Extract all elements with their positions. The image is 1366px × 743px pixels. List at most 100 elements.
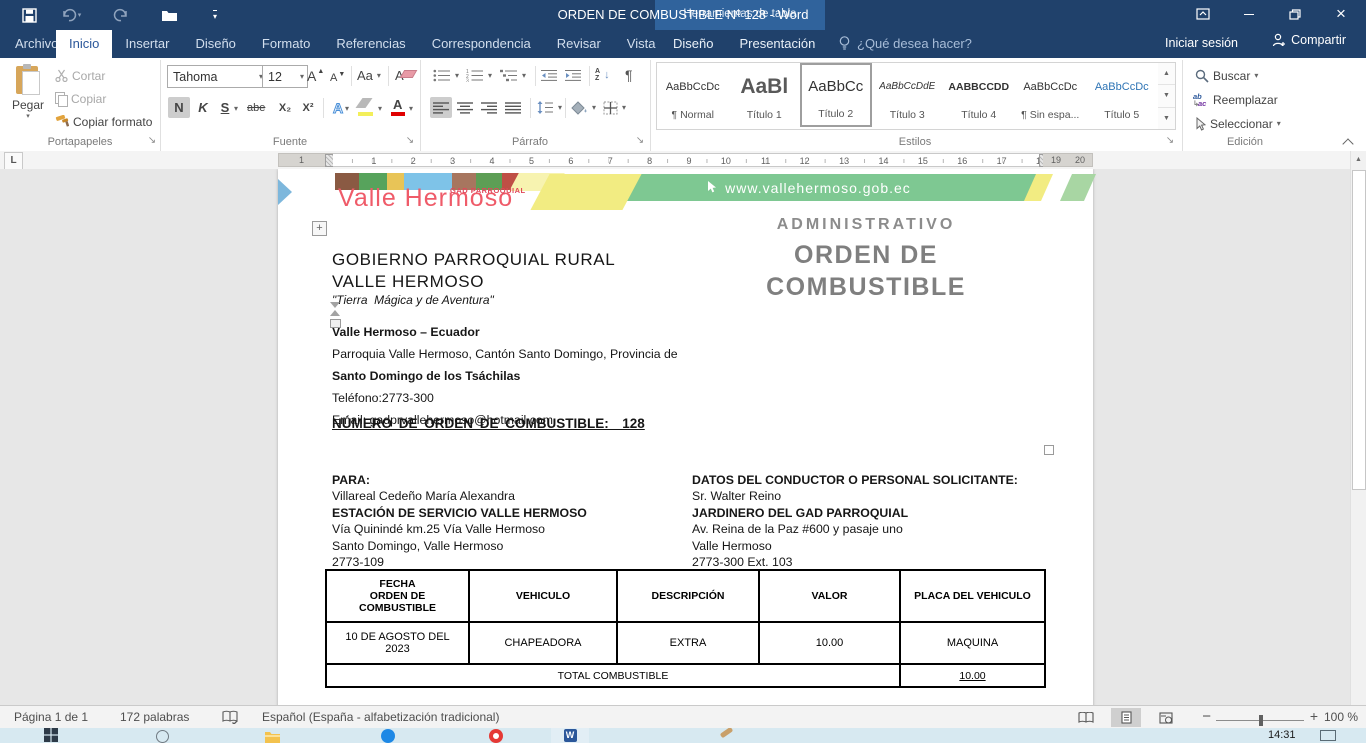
ribbon-tab[interactable]: Inicio bbox=[56, 30, 112, 58]
sort-button[interactable]: AZ ↓ bbox=[592, 64, 613, 85]
browser-icon[interactable] bbox=[489, 729, 503, 743]
underline-button[interactable]: S bbox=[214, 97, 236, 118]
undo-icon[interactable]: ▾ bbox=[60, 5, 82, 25]
save-icon[interactable] bbox=[18, 5, 40, 25]
text-effects-caret-icon[interactable]: ▾ bbox=[345, 104, 349, 113]
numbering-button[interactable]: 123 ▾ bbox=[463, 65, 495, 86]
hanging-indent-marker[interactable] bbox=[330, 310, 340, 316]
indent-markers[interactable] bbox=[330, 302, 340, 320]
collapse-ribbon-icon[interactable] bbox=[1342, 138, 1354, 148]
tab-selector-button[interactable]: L bbox=[4, 152, 23, 170]
word-taskbar-slot[interactable]: W bbox=[551, 728, 589, 743]
justify-button[interactable] bbox=[502, 97, 524, 118]
style-item[interactable]: AaBbCc Título 2 bbox=[800, 63, 872, 127]
scrollbar-thumb[interactable] bbox=[1352, 170, 1366, 490]
left-indent-marker[interactable] bbox=[330, 319, 341, 328]
table-data-cell[interactable]: CHAPEADORA bbox=[469, 622, 617, 664]
shrink-font-button[interactable]: A▼ bbox=[327, 67, 348, 88]
zoom-slider-handle[interactable] bbox=[1259, 715, 1263, 726]
scroll-up-icon[interactable]: ▲ bbox=[1351, 151, 1366, 168]
show-marks-button[interactable]: ¶ bbox=[622, 64, 636, 85]
replace-button[interactable]: ab ac ↳ Reemplazar bbox=[1190, 89, 1281, 110]
tell-me-box[interactable]: ¿Qué desea hacer? bbox=[838, 35, 972, 51]
show-desktop-icon[interactable] bbox=[1320, 730, 1336, 743]
ribbon-display-options-icon[interactable] bbox=[1186, 0, 1220, 28]
align-right-button[interactable] bbox=[478, 97, 500, 118]
styles-scroll-up-icon[interactable]: ▲ bbox=[1158, 63, 1175, 85]
font-color-caret-icon[interactable]: ▾ bbox=[409, 104, 413, 113]
cortana-icon[interactable] bbox=[156, 730, 169, 743]
table-header-cell[interactable]: FECHA ORDEN DE COMBUSTIBLE bbox=[326, 570, 469, 622]
web-layout-button[interactable] bbox=[1151, 708, 1181, 727]
read-mode-button[interactable] bbox=[1071, 708, 1101, 727]
zoom-in-button[interactable]: + bbox=[1310, 708, 1318, 724]
sign-in-link[interactable]: Iniciar sesión bbox=[1165, 36, 1238, 50]
clear-formatting-button[interactable]: A bbox=[392, 65, 407, 86]
minimize-button[interactable] bbox=[1232, 0, 1266, 28]
language-indicator[interactable]: Español (España - alfabetización tradici… bbox=[262, 710, 499, 724]
style-item[interactable]: AaBbCcDc Título 5 bbox=[1086, 63, 1158, 127]
sizing-handle[interactable] bbox=[1044, 445, 1054, 455]
ribbon-tab[interactable]: Diseño bbox=[182, 30, 248, 58]
select-button[interactable]: Seleccionar▾ bbox=[1192, 113, 1284, 134]
clock[interactable]: 14:31 bbox=[1268, 729, 1296, 743]
ribbon-tab[interactable]: Revisar bbox=[544, 30, 614, 58]
page-indicator[interactable]: Página 1 de 1 bbox=[14, 710, 88, 724]
style-item[interactable]: AaBbCcDc ¶ Sin espa... bbox=[1015, 63, 1087, 127]
style-item[interactable]: AaBbCcDc ¶ Normal bbox=[657, 63, 729, 127]
ruler-right-margin[interactable]: 1920 bbox=[1043, 153, 1093, 167]
proofing-icon[interactable] bbox=[222, 710, 238, 724]
font-size-select[interactable]: 12▾ bbox=[262, 65, 308, 88]
font-dialog-launcher-icon[interactable]: ↘ bbox=[404, 135, 416, 147]
highlight-caret-icon[interactable]: ▾ bbox=[378, 104, 382, 113]
ribbon-tab[interactable]: Referencias bbox=[323, 30, 418, 58]
style-item[interactable]: AaBl Título 1 bbox=[729, 63, 801, 127]
redo-icon[interactable] bbox=[110, 5, 132, 25]
align-left-button[interactable] bbox=[430, 97, 452, 118]
file-explorer-icon[interactable] bbox=[264, 730, 281, 743]
change-case-button[interactable]: Aa▾ bbox=[354, 65, 384, 86]
vertical-scrollbar[interactable]: ▲ bbox=[1350, 151, 1366, 705]
styles-scroll-down-icon[interactable]: ▼ bbox=[1158, 85, 1175, 107]
strikethrough-button[interactable]: abe bbox=[245, 97, 267, 118]
ribbon-tab[interactable]: Formato bbox=[249, 30, 323, 58]
edge-browser-icon[interactable] bbox=[381, 729, 395, 743]
cut-button[interactable]: Cortar bbox=[52, 65, 108, 86]
paragraph-dialog-launcher-icon[interactable]: ↘ bbox=[634, 135, 646, 147]
font-color-button[interactable]: A bbox=[390, 97, 408, 118]
open-folder-icon[interactable] bbox=[158, 5, 180, 25]
copy-button[interactable]: Copiar bbox=[52, 88, 109, 109]
bold-button[interactable]: N bbox=[168, 97, 190, 118]
customize-qat-icon[interactable]: ▾ bbox=[204, 5, 226, 25]
total-value-cell[interactable]: 10.00 bbox=[900, 664, 1045, 687]
clipboard-dialog-launcher-icon[interactable]: ↘ bbox=[146, 135, 158, 147]
total-label-cell[interactable]: TOTAL COMBUSTIBLE bbox=[326, 664, 900, 687]
style-item[interactable]: AABBCCDD Título 4 bbox=[943, 63, 1015, 127]
line-spacing-button[interactable]: ▾ bbox=[534, 97, 565, 118]
paste-button[interactable]: Pegar ▾ bbox=[6, 63, 50, 133]
styles-dialog-launcher-icon[interactable]: ↘ bbox=[1164, 135, 1176, 147]
table-data-cell[interactable]: 10 DE AGOSTO DEL 2023 bbox=[326, 622, 469, 664]
table-data-cell[interactable]: EXTRA bbox=[617, 622, 759, 664]
restore-button[interactable] bbox=[1278, 0, 1312, 28]
contextual-tab[interactable]: Presentación bbox=[726, 30, 828, 58]
table-data-cell[interactable]: 10.00 bbox=[759, 622, 900, 664]
undo-caret-icon[interactable]: ▾ bbox=[78, 11, 82, 19]
share-button[interactable]: Compartir bbox=[1272, 33, 1346, 47]
decrease-indent-button[interactable] bbox=[538, 65, 561, 86]
zoom-percentage[interactable]: 100 % bbox=[1324, 710, 1358, 724]
table-header-cell[interactable]: DESCRIPCIÓN bbox=[617, 570, 759, 622]
grow-font-button[interactable]: A▲ bbox=[304, 65, 327, 86]
style-item[interactable]: AaBbCcDdE Título 3 bbox=[872, 63, 944, 127]
word-count[interactable]: 172 palabras bbox=[120, 710, 189, 724]
format-painter-button[interactable]: Copiar formato bbox=[52, 111, 155, 132]
close-button[interactable]: × bbox=[1324, 0, 1358, 28]
table-data-cell[interactable]: MAQUINA bbox=[900, 622, 1045, 664]
pinned-app-icon[interactable] bbox=[720, 730, 733, 743]
ruler[interactable]: 123456789101112131415161718 bbox=[333, 153, 1043, 167]
print-layout-button[interactable] bbox=[1111, 708, 1141, 727]
italic-button[interactable]: K bbox=[192, 97, 214, 118]
find-button[interactable]: Buscar▾ bbox=[1192, 65, 1261, 86]
styles-more-icon[interactable]: ▼ bbox=[1158, 108, 1175, 129]
document-page[interactable]: www.vallehermoso.gob.ec Valle Hermoso GA… bbox=[278, 169, 1093, 705]
